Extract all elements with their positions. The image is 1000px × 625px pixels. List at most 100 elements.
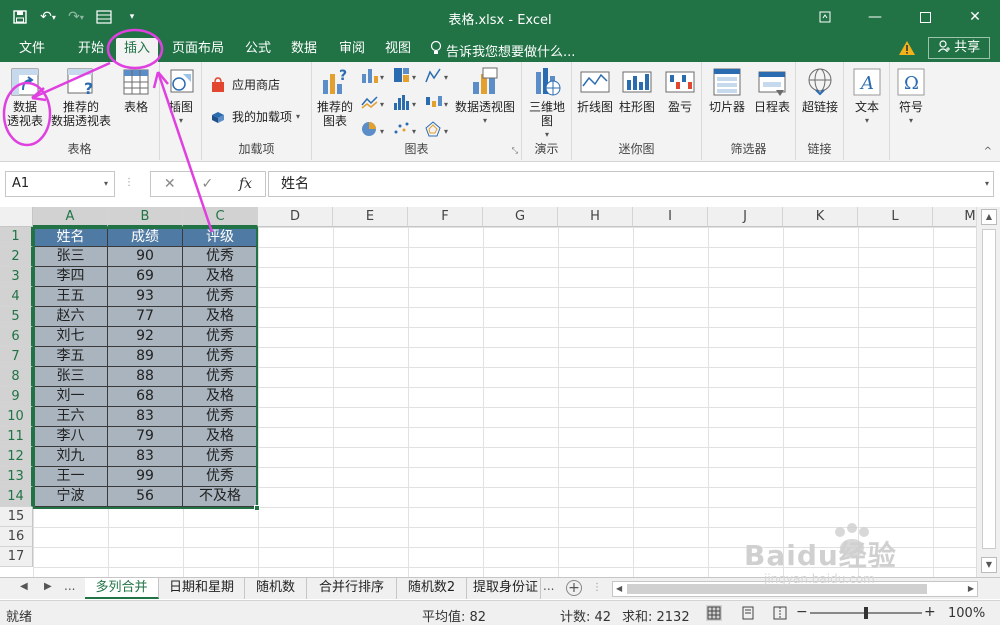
column-header-H[interactable]: H [558, 207, 633, 227]
tell-me-box[interactable]: 告诉我您想要做什么... [430, 40, 575, 60]
warning-icon[interactable] [898, 40, 916, 56]
column-header-L[interactable]: L [858, 207, 933, 227]
pie-chart-icon[interactable]: ▾ [360, 120, 390, 141]
row-header-9[interactable]: 9 [0, 387, 33, 407]
zoom-thumb[interactable] [864, 607, 868, 619]
hierarchy-chart-icon[interactable]: ▾ [392, 66, 422, 87]
row-header-16[interactable]: 16 [0, 527, 33, 547]
pivot-chart-button[interactable]: 数据透视图 ▾ [450, 66, 520, 128]
text-button[interactable]: A 文本 ▾ [848, 66, 886, 128]
maximize-icon[interactable] [900, 0, 950, 34]
row-header-2[interactable]: 2 [0, 247, 33, 267]
formula-bar-splitter-icon[interactable]: ⋮ [124, 177, 134, 188]
table-cell[interactable]: 优秀 [183, 467, 258, 487]
row-header-14[interactable]: 14 [0, 487, 33, 507]
table-cell[interactable]: 及格 [183, 267, 258, 287]
table-cell[interactable]: 69 [108, 267, 183, 287]
table-cell[interactable]: 89 [108, 347, 183, 367]
table-cell[interactable]: 刘一 [33, 387, 108, 407]
charts-dialog-launcher-icon[interactable]: ⤡ [512, 146, 518, 156]
scroll-up-icon[interactable]: ▲ [981, 209, 997, 225]
tab-insert[interactable]: 插入 [116, 38, 158, 62]
tab-file[interactable]: 文件 [10, 38, 54, 62]
zoom-out-icon[interactable]: − [796, 604, 808, 620]
table-cell[interactable]: 83 [108, 407, 183, 427]
next-sheet-icon[interactable]: ▶ [44, 581, 52, 592]
table-cell[interactable]: 李八 [33, 427, 108, 447]
row-header-5[interactable]: 5 [0, 307, 33, 327]
sparkline-column-button[interactable]: 柱形图 [616, 66, 658, 114]
column-header-E[interactable]: E [333, 207, 408, 227]
recommended-charts-button[interactable]: ? 推荐的 图表 [314, 66, 356, 128]
table-cell[interactable]: 90 [108, 247, 183, 267]
row-header-3[interactable]: 3 [0, 267, 33, 287]
table-cell[interactable]: 优秀 [183, 447, 258, 467]
more-sheets-right[interactable]: ... [543, 579, 554, 593]
tab-view[interactable]: 视图 [378, 38, 418, 62]
scroll-right-icon[interactable]: ▶ [968, 582, 974, 596]
store-button[interactable]: 应用商店 [210, 76, 280, 93]
table-cell[interactable]: 张三 [33, 247, 108, 267]
slicer-button[interactable]: 切片器 [704, 66, 750, 114]
row-header-1[interactable]: 1 [0, 227, 33, 247]
row-header-6[interactable]: 6 [0, 327, 33, 347]
table-cell[interactable]: 优秀 [183, 247, 258, 267]
table-cell[interactable]: 93 [108, 287, 183, 307]
table-cell[interactable]: 王五 [33, 287, 108, 307]
column-header-F[interactable]: F [408, 207, 483, 227]
table-cell[interactable]: 优秀 [183, 347, 258, 367]
sheet-tab-3[interactable]: 合并行排序 [307, 578, 397, 599]
table-cell[interactable]: 张三 [33, 367, 108, 387]
fill-handle[interactable] [254, 505, 260, 511]
row-header-4[interactable]: 4 [0, 287, 33, 307]
statistic-chart-icon[interactable]: ▾ [392, 93, 422, 114]
table-cell[interactable]: 王六 [33, 407, 108, 427]
line-chart-icon[interactable]: ▾ [360, 93, 390, 114]
close-icon[interactable]: ✕ [950, 0, 1000, 34]
table-cell[interactable]: 99 [108, 467, 183, 487]
column-header-G[interactable]: G [483, 207, 558, 227]
tab-splitter-icon[interactable]: ⋮ [592, 582, 602, 593]
row-header-11[interactable]: 11 [0, 427, 33, 447]
zoom-level[interactable]: 100% [948, 606, 985, 621]
sheet-tab-4[interactable]: 随机数2 [397, 578, 467, 599]
map-3d-button[interactable]: 三维地 图 ▾ [524, 66, 570, 142]
table-cell[interactable]: 优秀 [183, 367, 258, 387]
normal-view-icon[interactable] [706, 605, 722, 621]
column-header-B[interactable]: B [108, 207, 183, 227]
table-cell[interactable]: 优秀 [183, 407, 258, 427]
expand-formula-icon[interactable]: ▾ [985, 172, 989, 196]
table-cell[interactable]: 68 [108, 387, 183, 407]
table-cell[interactable]: 李四 [33, 267, 108, 287]
zoom-in-icon[interactable]: + [924, 604, 936, 620]
tab-review[interactable]: 审阅 [332, 38, 372, 62]
column-header-C[interactable]: C [183, 207, 258, 227]
vertical-scrollbar[interactable]: ▲ ▼ [976, 207, 1000, 577]
table-cell[interactable]: 赵六 [33, 307, 108, 327]
table-cell[interactable]: 优秀 [183, 327, 258, 347]
column-header-A[interactable]: A [33, 207, 108, 227]
enter-icon[interactable]: ✓ [201, 176, 213, 192]
table-cell[interactable]: 56 [108, 487, 183, 507]
row-header-7[interactable]: 7 [0, 347, 33, 367]
timeline-button[interactable]: 日程表 [750, 66, 794, 114]
add-sheet-icon[interactable]: + [566, 580, 582, 596]
table-cell[interactable]: 83 [108, 447, 183, 467]
table-cell[interactable]: 及格 [183, 387, 258, 407]
row-header-8[interactable]: 8 [0, 367, 33, 387]
page-break-view-icon[interactable] [772, 605, 788, 621]
table-cell[interactable]: 及格 [183, 307, 258, 327]
table-header-cell[interactable]: 成绩 [108, 227, 183, 247]
prev-sheet-icon[interactable]: ◀ [20, 581, 28, 592]
minimize-icon[interactable]: — [850, 0, 900, 34]
name-box[interactable]: A1 ▾ [5, 171, 115, 197]
ribbon-display-icon[interactable] [800, 0, 850, 34]
hyperlink-button[interactable]: 超链接 [798, 66, 842, 114]
sheet-tab-0[interactable]: 多列合并 [85, 578, 159, 599]
sparkline-line-button[interactable]: 折线图 [574, 66, 616, 114]
tab-formulas[interactable]: 公式 [238, 38, 278, 62]
scroll-left-icon[interactable]: ◀ [616, 582, 622, 596]
column-header-J[interactable]: J [708, 207, 783, 227]
name-box-dropdown-icon[interactable]: ▾ [104, 172, 108, 196]
cancel-icon[interactable]: ✕ [164, 176, 176, 192]
